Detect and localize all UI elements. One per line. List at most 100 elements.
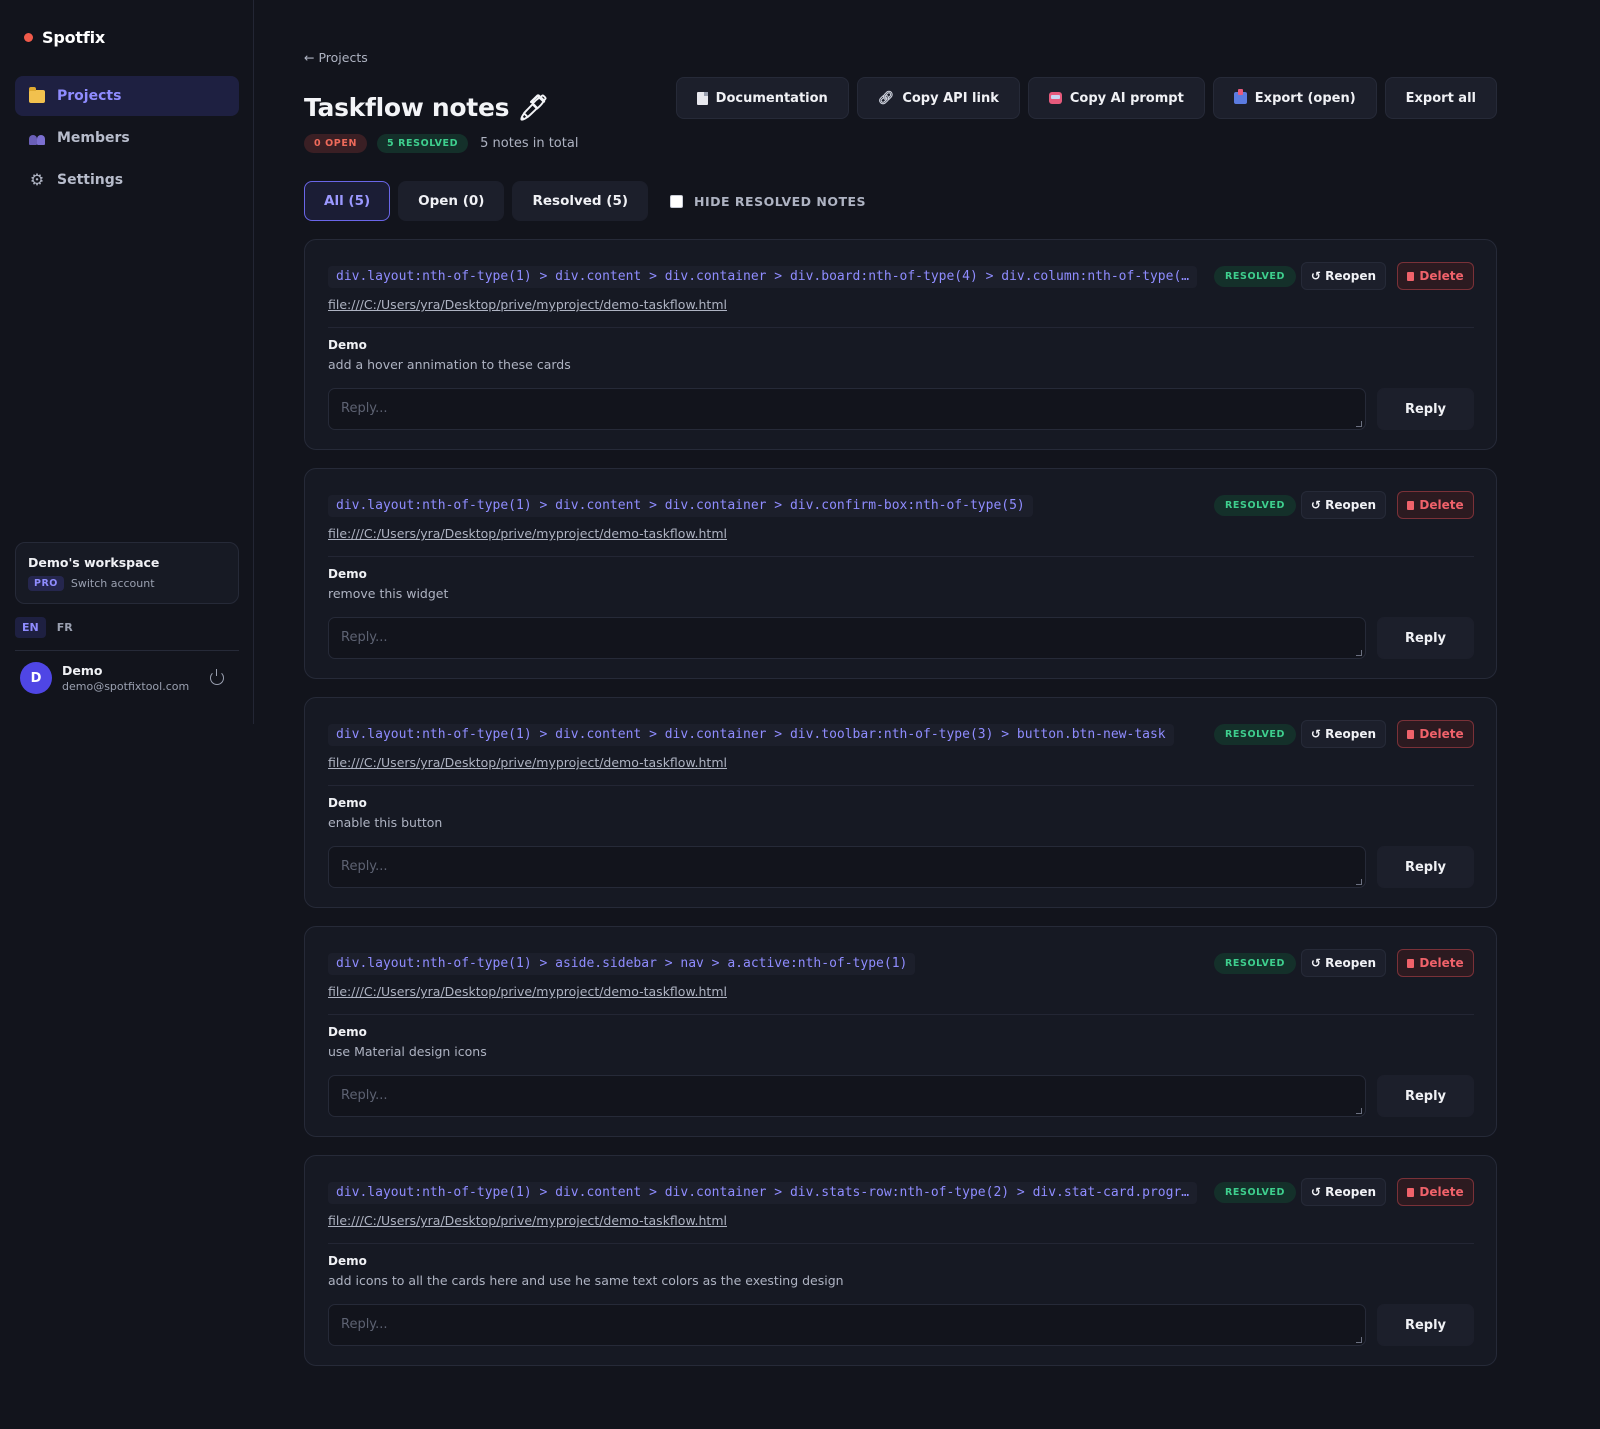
comment-author: Demo [328, 338, 367, 352]
logout-power-icon[interactable] [210, 669, 224, 685]
resize-handle[interactable] [1356, 879, 1362, 885]
copy-ai-prompt-button[interactable]: Copy AI prompt [1027, 77, 1205, 119]
reply-button[interactable]: Reply [1377, 1075, 1474, 1117]
css-selector: div.layout:nth-of-type(1) > aside.sideba… [328, 953, 916, 975]
comment-text: remove this widget [328, 586, 449, 601]
css-selector: div.layout:nth-of-type(1) > div.content … [328, 1182, 1198, 1204]
brand[interactable]: Spotfix [24, 28, 105, 47]
reply-button[interactable]: Reply [1377, 846, 1474, 888]
status-badge: RESOLVED [1214, 495, 1296, 516]
copy-ai-prompt-label: Copy AI prompt [1069, 90, 1184, 106]
note-stats: 0 OPEN 5 RESOLVED 5 notes in total [304, 134, 578, 153]
export-all-button[interactable]: Export all [1384, 77, 1497, 119]
delete-label: Delete [1419, 727, 1464, 741]
status-badge: RESOLVED [1214, 1182, 1296, 1203]
notes-list: div.layout:nth-of-type(1) > div.content … [304, 239, 1497, 1384]
comment-text: add icons to all the cards here and use … [328, 1273, 844, 1288]
resize-handle[interactable] [1356, 650, 1362, 656]
reply-input[interactable] [328, 388, 1366, 430]
comment-author: Demo [328, 1254, 367, 1268]
workspace-name: Demo's workspace [28, 555, 160, 570]
brand-dot-icon [24, 33, 33, 42]
hide-resolved-checkbox[interactable] [670, 194, 684, 208]
comment-text: use Material design icons [328, 1044, 487, 1059]
status-badge: RESOLVED [1214, 724, 1296, 745]
reply-input[interactable] [328, 846, 1366, 888]
user-name: Demo [62, 663, 103, 678]
copy-api-link-label: Copy API link [902, 90, 999, 106]
delete-button[interactable]: Delete [1397, 491, 1474, 519]
documentation-button[interactable]: Documentation [675, 77, 849, 119]
app-name: Spotfix [42, 28, 105, 47]
css-selector: div.layout:nth-of-type(1) > div.content … [328, 724, 1174, 746]
resize-handle[interactable] [1356, 1108, 1362, 1114]
delete-button[interactable]: Delete [1397, 1178, 1474, 1206]
sidebar-item-label: Members [57, 130, 130, 146]
page-title: Taskflow notes 🖊 [304, 93, 550, 122]
sidebar-item-projects[interactable]: Projects [15, 76, 239, 116]
comment-author: Demo [328, 796, 367, 810]
sidebar-item-settings[interactable]: ⚙ Settings [15, 160, 239, 200]
filter-bar: All (5) Open (0) Resolved (5) HIDE RESOL… [304, 181, 866, 221]
page-url-link[interactable]: file:///C:/Users/yra/Desktop/prive/mypro… [328, 984, 727, 999]
status-badge: RESOLVED [1214, 953, 1296, 974]
sidebar-nav: Projects Members ⚙ Settings [15, 76, 239, 202]
delete-button[interactable]: Delete [1397, 262, 1474, 290]
reopen-button[interactable]: ↺ Reopen [1301, 262, 1386, 290]
page-url-link[interactable]: file:///C:/Users/yra/Desktop/prive/mypro… [328, 297, 727, 312]
divider [15, 650, 239, 651]
comment-text: add a hover annimation to these cards [328, 357, 571, 372]
page-url-link[interactable]: file:///C:/Users/yra/Desktop/prive/mypro… [328, 1213, 727, 1228]
lang-en-button[interactable]: EN [15, 617, 46, 638]
note-card: div.layout:nth-of-type(1) > div.content … [304, 697, 1497, 908]
note-card: div.layout:nth-of-type(1) > div.content … [304, 239, 1497, 450]
documentation-label: Documentation [715, 90, 828, 106]
back-to-projects-link[interactable]: ← Projects [304, 50, 368, 65]
trash-icon [1407, 500, 1415, 510]
delete-label: Delete [1419, 956, 1464, 970]
reply-button[interactable]: Reply [1377, 617, 1474, 659]
avatar[interactable]: D [20, 662, 52, 694]
delete-label: Delete [1419, 1185, 1464, 1199]
plan-badge: PRO [28, 576, 64, 591]
trash-icon [1407, 958, 1415, 968]
css-selector: div.layout:nth-of-type(1) > div.content … [328, 266, 1198, 288]
status-badge: RESOLVED [1214, 266, 1296, 287]
toolbar: Documentation 🔗︎ Copy API link Copy AI p… [675, 77, 1497, 119]
reopen-button[interactable]: ↺ Reopen [1301, 720, 1386, 748]
reply-input[interactable] [328, 1075, 1366, 1117]
resize-handle[interactable] [1356, 421, 1362, 427]
tab-open[interactable]: Open (0) [398, 181, 505, 221]
workspace-card[interactable]: Demo's workspace PRO Switch account [15, 542, 239, 604]
page-url-link[interactable]: file:///C:/Users/yra/Desktop/prive/mypro… [328, 755, 727, 770]
reopen-button[interactable]: ↺ Reopen [1301, 949, 1386, 977]
tab-all[interactable]: All (5) [304, 181, 391, 221]
reply-input[interactable] [328, 1304, 1366, 1346]
members-icon [29, 130, 45, 146]
delete-button[interactable]: Delete [1397, 949, 1474, 977]
language-switcher: EN FR [15, 617, 80, 638]
resize-handle[interactable] [1356, 1337, 1362, 1343]
gear-icon: ⚙ [29, 170, 45, 189]
export-open-label: Export (open) [1254, 90, 1356, 106]
comment-author: Demo [328, 1025, 367, 1039]
tab-resolved[interactable]: Resolved (5) [512, 181, 649, 221]
hide-resolved-toggle[interactable]: HIDE RESOLVED NOTES [670, 194, 866, 209]
reopen-button[interactable]: ↺ Reopen [1301, 1178, 1386, 1206]
sidebar-item-label: Projects [57, 88, 122, 104]
page-url-link[interactable]: file:///C:/Users/yra/Desktop/prive/mypro… [328, 526, 727, 541]
export-open-button[interactable]: Export (open) [1212, 77, 1377, 119]
robot-icon [1048, 92, 1062, 104]
reply-button[interactable]: Reply [1377, 1304, 1474, 1346]
reopen-button[interactable]: ↺ Reopen [1301, 491, 1386, 519]
note-card: div.layout:nth-of-type(1) > aside.sideba… [304, 926, 1497, 1137]
delete-label: Delete [1419, 498, 1464, 512]
copy-api-link-button[interactable]: 🔗︎ Copy API link [856, 77, 1020, 119]
switch-account-link[interactable]: Switch account [71, 577, 155, 590]
reply-button[interactable]: Reply [1377, 388, 1474, 430]
user-email: demo@spotfixtool.com [62, 680, 190, 693]
delete-button[interactable]: Delete [1397, 720, 1474, 748]
sidebar-item-members[interactable]: Members [15, 118, 239, 158]
lang-fr-button[interactable]: FR [50, 617, 80, 638]
reply-input[interactable] [328, 617, 1366, 659]
